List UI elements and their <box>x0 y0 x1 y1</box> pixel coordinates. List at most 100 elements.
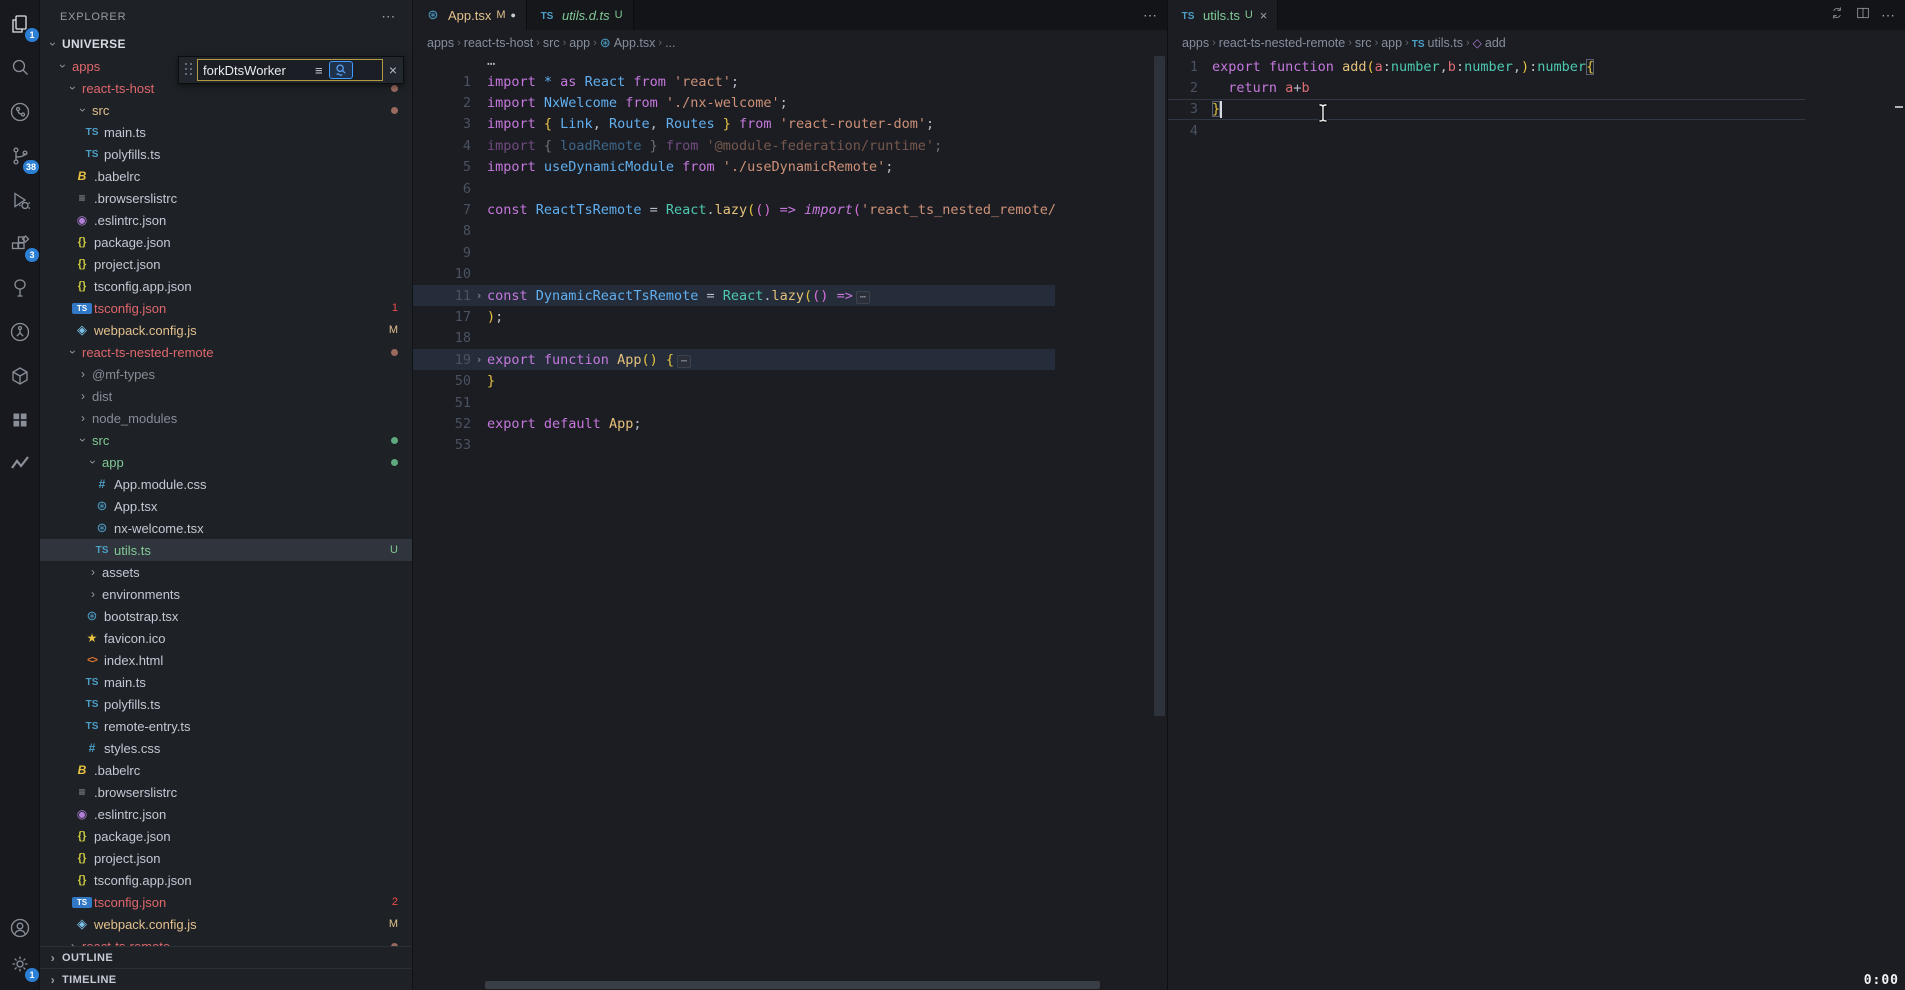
breadcrumb-apps[interactable]: apps <box>427 36 454 50</box>
tree-item-favicon.ico[interactable]: ★favicon.ico <box>40 627 412 649</box>
tab-utils.ts[interactable]: TSutils.tsU× <box>1168 0 1278 30</box>
tree-item-.browserslistrc[interactable]: ≡.browserslistrc <box>40 781 412 803</box>
tree-item-react-ts-nested-remote[interactable]: ›react-ts-nested-remote <box>40 341 412 363</box>
tree-item-.eslintrc.json[interactable]: ◉.eslintrc.json <box>40 209 412 231</box>
tree-item-polyfills.ts[interactable]: TSpolyfills.ts <box>40 693 412 715</box>
breadcrumb-app[interactable]: app <box>569 36 590 50</box>
more-actions-icon[interactable]: ⋯ <box>1143 7 1157 24</box>
chevron-down-icon[interactable]: › <box>86 455 100 469</box>
code-line[interactable]: 4import { loadRemote } from '@module-fed… <box>413 135 1055 156</box>
code-line[interactable]: 3} <box>1168 99 1805 120</box>
tree-find-widget[interactable]: ≡ × <box>178 56 404 84</box>
tree-item-src[interactable]: ›src <box>40 429 412 451</box>
breadcrumb-src[interactable]: src <box>1355 36 1372 50</box>
code-line[interactable]: 1export function add(a:number,b:number,)… <box>1168 56 1805 77</box>
chevron-down-icon[interactable]: › <box>56 59 70 73</box>
chevron-down-icon[interactable]: › <box>66 345 80 359</box>
code-line[interactable]: 53 <box>413 435 1055 456</box>
tree-item-utils.ts[interactable]: TSutils.tsU <box>40 539 412 561</box>
code-line[interactable]: 6 <box>413 178 1055 199</box>
code-editor-utils-ts[interactable]: 1export function add(a:number,b:number,)… <box>1168 56 1805 990</box>
search-icon[interactable] <box>4 52 36 84</box>
tree-item-.babelrc[interactable]: B.babelrc <box>40 759 412 781</box>
remote-graph-icon[interactable] <box>4 96 36 128</box>
breadcrumb-apps[interactable]: apps <box>1182 36 1209 50</box>
fold-chevron-icon[interactable]: › <box>471 353 487 366</box>
horizontal-scrollbar-1[interactable] <box>413 980 1151 990</box>
tree-item-App.module.css[interactable]: #App.module.css <box>40 473 412 495</box>
fold-chevron-icon[interactable]: › <box>471 289 487 302</box>
chevron-right-icon[interactable]: › <box>76 367 90 381</box>
scrollbar-thumb[interactable] <box>485 981 1100 989</box>
source-control-icon[interactable]: 38 <box>4 140 36 172</box>
tree-item-index.html[interactable]: <>index.html <box>40 649 412 671</box>
tree-item-tsconfig.json[interactable]: TStsconfig.json2 <box>40 891 412 913</box>
chevron-down-icon[interactable]: › <box>66 81 80 95</box>
tree-filter-input[interactable] <box>203 63 311 78</box>
chevron-right-icon[interactable]: › <box>86 587 100 601</box>
chevron-right-icon[interactable]: › <box>76 389 90 403</box>
fuzzy-match-button[interactable] <box>329 61 353 79</box>
tree-item-webpack.config.js[interactable]: ◈webpack.config.jsM <box>40 913 412 935</box>
tree-item-node_modules[interactable]: ›node_modules <box>40 407 412 429</box>
tree-item-project.json[interactable]: {}project.json <box>40 253 412 275</box>
section-header-timeline[interactable]: ›TIMELINE <box>40 968 412 990</box>
sidebar-more-actions-icon[interactable]: ⋯ <box>375 8 402 25</box>
tree-item-project.json[interactable]: {}project.json <box>40 847 412 869</box>
tree-item-tsconfig.app.json[interactable]: {}tsconfig.app.json <box>40 275 412 297</box>
code-line[interactable]: ⋯ <box>413 56 1055 71</box>
code-line[interactable]: 10 <box>413 264 1055 285</box>
close-icon[interactable]: × <box>1260 8 1268 23</box>
tab-utils.d.ts[interactable]: TSutils.d.tsU <box>527 0 634 30</box>
tree-item-tsconfig.json[interactable]: TStsconfig.json1 <box>40 297 412 319</box>
explorer-icon[interactable]: 1 <box>4 8 36 40</box>
code-line[interactable]: 2 return a+b <box>1168 77 1805 98</box>
breadcrumb-App.tsx[interactable]: ⊛App.tsx <box>600 35 656 51</box>
code-editor-app-tsx[interactable]: ⋯1import * as React from 'react';2import… <box>413 56 1055 990</box>
tree-item-@mf-types[interactable]: ›@mf-types <box>40 363 412 385</box>
tree-item-polyfills.ts[interactable]: TSpolyfills.ts <box>40 143 412 165</box>
breadcrumb-utils.ts[interactable]: TSutils.ts <box>1412 36 1463 50</box>
account-icon[interactable] <box>4 912 36 944</box>
scrollbar-thumb[interactable] <box>1154 56 1165 716</box>
code-line[interactable]: 4 <box>1168 120 1805 141</box>
tree-item-.eslintrc.json[interactable]: ◉.eslintrc.json <box>40 803 412 825</box>
tree-item-bootstrap.tsx[interactable]: ⊛bootstrap.tsx <box>40 605 412 627</box>
code-line[interactable]: 51 <box>413 392 1055 413</box>
chevron-right-icon[interactable]: › <box>76 411 90 425</box>
tree-item-webpack.config.js[interactable]: ◈webpack.config.jsM <box>40 319 412 341</box>
tree-item-package.json[interactable]: {}package.json <box>40 825 412 847</box>
breadcrumb-app[interactable]: app <box>1381 36 1402 50</box>
code-line[interactable]: 8 <box>413 221 1055 242</box>
breadcrumb-react-ts-nested-remote[interactable]: react-ts-nested-remote <box>1219 36 1345 50</box>
breadcrumb-...[interactable]: ... <box>665 36 675 50</box>
split-editor-icon[interactable] <box>1855 5 1871 26</box>
tree-item-package.json[interactable]: {}package.json <box>40 231 412 253</box>
filter-icon[interactable]: ≡ <box>311 63 327 78</box>
circle-branch-icon[interactable] <box>4 316 36 348</box>
tree-item-tsconfig.app.json[interactable]: {}tsconfig.app.json <box>40 869 412 891</box>
tree-item-nx-welcome.tsx[interactable]: ⊛nx-welcome.tsx <box>40 517 412 539</box>
tree-item-main.ts[interactable]: TSmain.ts <box>40 121 412 143</box>
code-line[interactable]: 9 <box>413 242 1055 263</box>
code-line[interactable]: 11›const DynamicReactTsRemote = React.la… <box>413 285 1055 306</box>
code-line[interactable]: 1import * as React from 'react'; <box>413 71 1055 92</box>
code-line[interactable]: 52export default App; <box>413 413 1055 434</box>
chevron-down-icon[interactable]: › <box>76 103 90 117</box>
settings-gear-icon[interactable]: 1 <box>4 948 36 980</box>
code-line[interactable]: 7const ReactTsRemote = React.lazy(() => … <box>413 199 1055 220</box>
vertical-scrollbar-2[interactable] <box>1890 56 1905 990</box>
tree-item-environments[interactable]: ›environments <box>40 583 412 605</box>
section-header-outline[interactable]: ›OUTLINE <box>40 946 412 968</box>
vertical-scrollbar-1[interactable] <box>1152 56 1167 990</box>
code-line[interactable]: 2import NxWelcome from './nx-welcome'; <box>413 92 1055 113</box>
breadcrumb-react-ts-host[interactable]: react-ts-host <box>464 36 533 50</box>
tree-item-UNIVERSE[interactable]: ›UNIVERSE <box>40 33 412 55</box>
hexagon-icon[interactable] <box>4 360 36 392</box>
chevron-right-icon[interactable]: › <box>86 565 100 579</box>
tab-App.tsx[interactable]: ⊛App.tsxM● <box>413 0 527 30</box>
close-icon[interactable]: × <box>383 62 403 78</box>
code-line[interactable]: 19›export function App() {⋯ <box>413 349 1055 370</box>
tree-item-assets[interactable]: ›assets <box>40 561 412 583</box>
drag-grip-icon[interactable] <box>183 62 195 78</box>
